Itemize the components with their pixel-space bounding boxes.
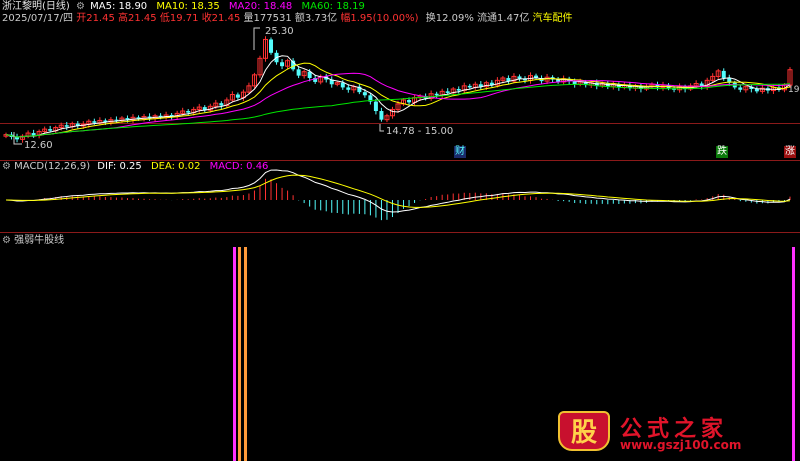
tag-fall[interactable]: 跌 [716,146,728,158]
volume-label: 量177531 [243,13,292,24]
candle-body [379,111,384,120]
candle-body [235,94,240,98]
chart-stage [0,27,800,461]
tag-rise[interactable]: 涨 [784,146,796,158]
high-label: 高21.45 [118,13,157,24]
amount-label: 额3.73亿 [294,13,338,24]
stock-title[interactable]: 浙江黎明(日线) [2,1,70,12]
close-label: 收21.45 [201,13,241,24]
watermark-url: www.gszj100.com [620,438,742,452]
macd-histogram [11,178,791,221]
ma60-label: MA60: 18.19 [301,1,365,12]
candle-body [456,89,461,91]
panel-dividers [0,123,800,233]
open-label: 开21.45 [76,13,115,24]
watermark-logo: 股 [558,411,610,451]
candle-body [434,93,439,96]
candle-body [296,69,301,76]
candle-body [269,39,274,53]
turnover-label: 换12.09% [425,13,474,24]
ma20-label: MA20: 18.48 [228,1,293,12]
candle-body [48,129,53,131]
macd-settings-icon[interactable]: ⚙ [2,161,11,172]
candle-body [92,121,97,123]
low-price-label-left: 12.60 [24,140,53,151]
float-label: 流通1.47亿 [477,13,530,24]
bottom-header: ⚙ 强弱牛股线 [2,235,64,247]
low-label: 低19.71 [159,13,199,24]
ma5-line [5,55,791,138]
candle-body [219,103,224,106]
low-pointer-mid [379,124,384,132]
high-price-label: 25.30 [265,26,294,37]
industry-label: 汽车配件 [532,13,573,24]
header-row-2: 2025/07/17/四 开21.45 高21.45 低19.71 收21.45… [2,13,573,25]
watermark: 股 公式之家 www.gszj100.com [554,409,786,453]
ma10-label: MA10: 18.35 [156,1,220,12]
right-price-label: 19 [788,85,800,95]
bottom-indicator-name[interactable]: 强弱牛股线 [14,235,64,246]
candle-body [346,87,351,90]
candle-body [280,62,285,67]
settings-icon[interactable]: ⚙ [76,1,85,12]
candle-body [186,111,191,113]
candle-body [738,87,743,90]
ma5-label: MA5: 18.90 [90,1,148,12]
price-annotations [13,27,384,145]
candle-body [373,101,378,112]
candle-body [64,125,69,127]
dea-label: DEA: 0.02 [150,161,201,172]
candle-body [362,92,367,96]
header-row-1: 浙江黎明(日线) ⚙ MA5: 18.90 MA10: 18.35 MA20: … [2,1,365,13]
candle-body [754,89,759,92]
macd-header: ⚙ MACD(12,26,9) DIF: 0.25 DEA: 0.02 MACD… [2,161,268,173]
macd-value-label: MACD: 0.46 [209,161,269,172]
tag-finance[interactable]: 财 [454,146,466,158]
bottom-settings-icon[interactable]: ⚙ [2,235,11,246]
candle-body [721,70,726,78]
candle-body [467,85,472,88]
date-label: 2025/07/17/四 [2,13,74,24]
moving-averages [5,55,791,138]
dif-label: DIF: 0.25 [97,161,142,172]
candle-body [340,82,345,88]
macd-name[interactable]: MACD(12,26,9) [14,161,90,172]
candle-body [445,91,450,93]
candle-body [31,133,36,136]
change-label: 幅1.95(10.00%) [340,13,419,24]
candle-body [407,100,412,103]
high-pointer [253,27,260,50]
low-price-label-mid: 14.78 - 15.00 [386,126,454,137]
